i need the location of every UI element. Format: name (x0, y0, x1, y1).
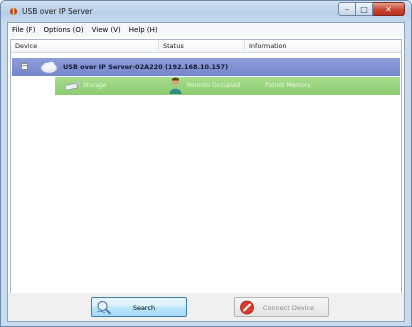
close-icon: ✕ (385, 4, 392, 14)
button-bar: Search Connect Device (8, 293, 404, 321)
minimize-icon: – (345, 4, 349, 14)
list-header: Device Status Information (11, 40, 401, 53)
usb-storage-icon (64, 81, 80, 91)
title-bar[interactable]: USB over IP Server – □ ✕ (1, 1, 411, 21)
window-title: USB over IP Server (22, 7, 93, 16)
device-information: Patriot Memory (265, 82, 311, 89)
search-button[interactable]: Search (91, 297, 187, 317)
client-area: File (F) Options (O) View (V) Help (H) D… (7, 22, 405, 322)
collapse-toggle[interactable]: − (21, 63, 28, 70)
connect-device-button[interactable]: Connect Device (234, 297, 329, 317)
device-name: Storage (83, 82, 107, 89)
caption-buttons: – □ ✕ (338, 2, 405, 16)
user-icon (169, 77, 182, 94)
column-device[interactable]: Device (11, 40, 159, 52)
device-status: Remote Occupied (187, 82, 241, 89)
column-information[interactable]: Information (245, 40, 401, 52)
maximize-button[interactable]: □ (356, 2, 373, 16)
app-window: USB over IP Server – □ ✕ File (F) Option… (0, 0, 412, 327)
server-cloud-icon (40, 61, 58, 74)
menu-bar: File (F) Options (O) View (V) Help (H) (8, 23, 404, 37)
column-status[interactable]: Status (159, 40, 245, 52)
minimize-button[interactable]: – (338, 2, 356, 16)
device-list[interactable]: Device Status Information − USB over IP … (10, 39, 402, 309)
search-label: Search (132, 304, 156, 312)
menu-help[interactable]: Help (H) (125, 26, 162, 34)
close-button[interactable]: ✕ (373, 2, 405, 16)
usb-app-icon (9, 7, 18, 16)
connect-device-label: Connect Device (262, 304, 315, 312)
menu-file[interactable]: File (F) (8, 26, 39, 34)
maximize-icon: □ (360, 4, 368, 14)
menu-options[interactable]: Options (O) (39, 26, 87, 34)
menu-view[interactable]: View (V) (88, 26, 125, 34)
server-label: USB over IP Server-02A220 (192.168.10.15… (63, 63, 229, 71)
